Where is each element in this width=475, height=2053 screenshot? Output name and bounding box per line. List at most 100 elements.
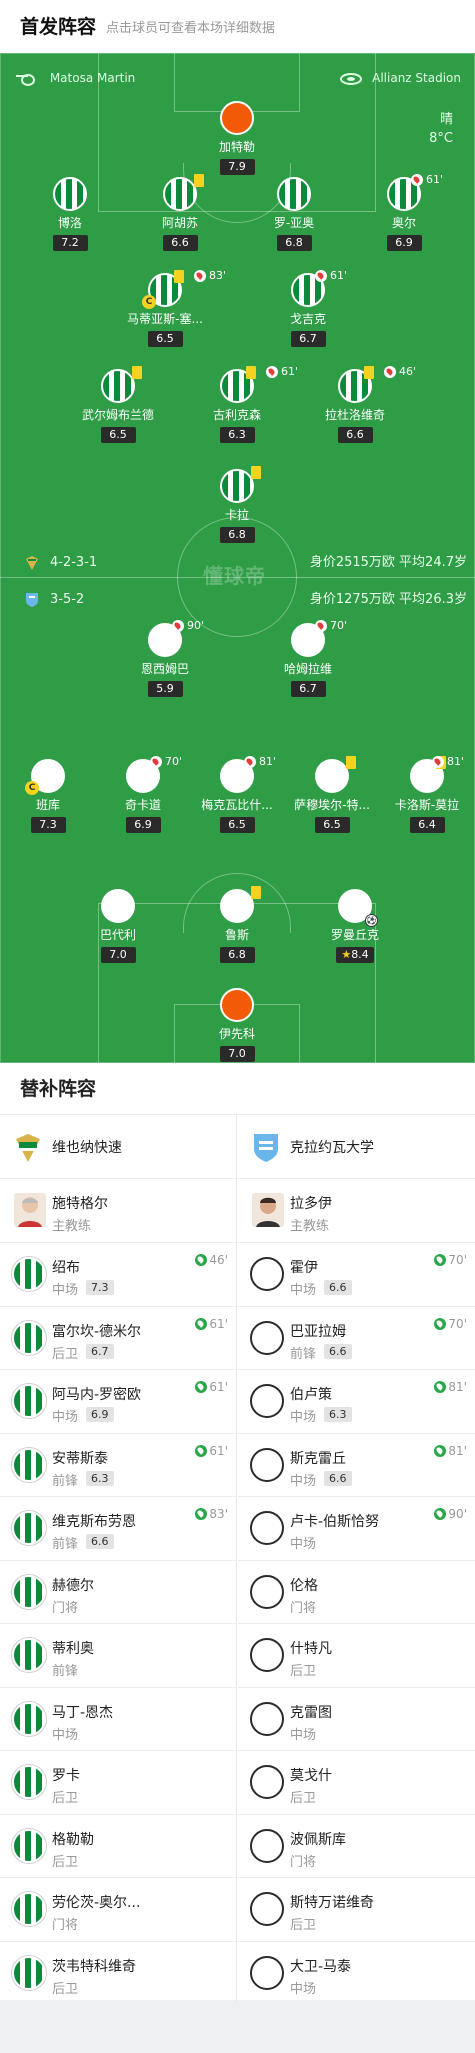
sub-player-row[interactable]: 卢卡-伯斯恰努 中场 90' (238, 1497, 475, 1561)
home-shirt (12, 1765, 46, 1799)
sub-out-icon (243, 755, 256, 768)
sub-player-row[interactable]: 什特凡 后卫 (238, 1624, 475, 1688)
home-shirt (101, 366, 142, 403)
away-shirt: 70' (291, 619, 347, 657)
sub-player-row[interactable]: 伦格 门将 (238, 1561, 475, 1624)
sub-player-row[interactable]: 霍伊 中场 6.6 70' (238, 1243, 475, 1307)
sub-in-icon (434, 1508, 447, 1520)
coach-avatar (252, 1193, 284, 1227)
sub-player-row[interactable]: 阿马内-罗密欧 中场 6.9 61' (0, 1370, 236, 1434)
player-home-6[interactable]: 61' 戈吉克 6.7 (253, 269, 363, 347)
away-team-row[interactable]: 克拉约瓦大学 (238, 1115, 475, 1179)
player-home-4[interactable]: 61' 奥尔 6.9 (349, 173, 459, 251)
sub-player-row[interactable]: 劳伦茨-奥尔... 门将 (0, 1878, 236, 1942)
sub-player-row[interactable]: 克雷图 中场 (238, 1688, 475, 1751)
player-name: 恩西姆巴 (140, 662, 189, 676)
sub-in-badge: 61' (195, 1444, 228, 1458)
sub-player-row[interactable]: 斯克雷丘 中场 6.6 81' (238, 1434, 475, 1497)
player-name: 卡拉 (224, 508, 249, 522)
sub-in-icon (434, 1444, 447, 1457)
sub-player-row[interactable]: 罗卡 后卫 (0, 1751, 236, 1815)
home-coach-row[interactable]: 施特格尔 主教练 (0, 1179, 236, 1243)
sub-out-badge: 83' (193, 269, 226, 282)
sub-player-row[interactable]: 富尔坎-德米尔 后卫 6.7 61' (0, 1307, 236, 1370)
sub-in-badge: 61' (195, 1380, 228, 1394)
player-home-0[interactable]: 加特勒 7.9 (182, 101, 292, 175)
stadium-row: Allianz Stadion (340, 69, 461, 87)
player-home-3[interactable]: 罗-亚奥 6.8 (239, 177, 349, 251)
sub-player-row[interactable]: 伯卢策 中场 6.3 81' (238, 1370, 475, 1434)
player-home-7[interactable]: 武尔姆布兰德 6.5 (63, 366, 173, 443)
sub-out-badge: 70' (314, 619, 347, 632)
sub-player-row[interactable]: 巴亚拉姆 前锋 6.6 70' (238, 1307, 475, 1370)
pitch: Matosa Martin Allianz Stadion 晴 8°C 加特勒 … (0, 53, 475, 1063)
player-home-10[interactable]: 卡拉 6.8 (182, 466, 292, 543)
player-name: 卡洛斯-莫拉 (394, 798, 460, 812)
away-coach-row[interactable]: 拉多伊 主教练 (238, 1179, 475, 1243)
home-team-name: 维也纳快速 (52, 1140, 122, 1156)
sub-player-row[interactable]: 马丁-恩杰 中场 (0, 1688, 236, 1751)
player-name: 阿胡苏 (161, 216, 198, 230)
home-coach-name: 施特格尔 (52, 1196, 108, 1212)
sub-player-name: 维克斯布劳恩 (52, 1514, 136, 1530)
weather-condition: 晴 (439, 112, 453, 127)
sub-player-row[interactable]: 大卫-马泰 中场 (238, 1942, 475, 2005)
sub-player-row[interactable]: 维克斯布劳恩 前锋 6.6 83' (0, 1497, 236, 1561)
player-rating: 6.6 (162, 235, 198, 251)
sub-out-icon (171, 619, 184, 632)
away-coach-name: 拉多伊 (290, 1196, 332, 1212)
player-away-0[interactable]: 90' 恩西姆巴 5.9 (110, 619, 220, 697)
sub-player-row[interactable]: 安蒂斯泰 前锋 6.3 61' (0, 1434, 236, 1497)
player-away-10[interactable]: 伊先科 7.0 (182, 988, 292, 1062)
sub-player-position: 后卫 (52, 1346, 79, 1362)
player-away-6[interactable]: 81' 卡洛斯-莫拉 6.4 (372, 755, 475, 833)
sub-player-row[interactable]: 绍布 中场 7.3 46' (0, 1243, 236, 1307)
referee-name: Matosa Martin (49, 71, 136, 85)
sub-player-row[interactable]: 茨韦特科维奇 后卫 (0, 1942, 236, 2005)
player-home-5[interactable]: 83' C 马蒂亚斯-塞... 6.5 (110, 269, 226, 347)
player-away-8[interactable]: 鲁斯 6.8 (182, 886, 292, 963)
sub-player-name: 马丁-恩杰 (52, 1704, 114, 1721)
away-shirt (250, 1257, 284, 1291)
home-shirt (12, 1701, 46, 1736)
sub-player-position: 前锋 (52, 1664, 79, 1679)
sub-player-row[interactable]: 赫德尔 门将 (0, 1561, 236, 1624)
player-away-9[interactable]: ⚽ 罗曼丘克 ★8.4 (300, 889, 410, 963)
away-coach-role: 主教练 (290, 1219, 330, 1234)
sub-player-position: 中场 (290, 1537, 317, 1552)
player-away-1[interactable]: 70' 哈姆拉维 6.7 (253, 619, 363, 697)
player-home-1[interactable]: 博洛 7.2 (15, 177, 125, 251)
sub-player-position: 中场 (290, 1410, 317, 1425)
sub-player-row[interactable]: 波佩斯库 门将 (238, 1815, 475, 1878)
player-home-9[interactable]: 46' 拉杜洛维奇 6.6 (300, 365, 416, 443)
sub-out-badge: 61' (314, 269, 347, 282)
sub-player-name: 巴亚拉姆 (290, 1323, 346, 1340)
referee-row: Matosa Martin (14, 69, 135, 87)
player-away-5[interactable]: 萨穆埃尔-特... 6.5 (277, 756, 387, 833)
sub-player-position: 后卫 (52, 1791, 79, 1806)
player-away-7[interactable]: 巴代利 7.0 (63, 889, 173, 963)
sub-player-row[interactable]: 莫戈什 后卫 (238, 1751, 475, 1815)
player-name: 巴代利 (99, 928, 136, 942)
sub-in-badge: 81' (434, 1444, 467, 1458)
player-rating: 7.0 (100, 947, 136, 963)
home-team-row[interactable]: 维也纳快速 (0, 1115, 236, 1179)
sub-player-name: 斯特万诺维奇 (290, 1895, 374, 1911)
sub-player-row[interactable]: 斯特万诺维奇 后卫 (238, 1878, 475, 1942)
sub-player-rating: 6.7 (86, 1343, 114, 1359)
home-shirt (12, 1511, 46, 1545)
player-away-4[interactable]: 81' 梅克瓦比什... 6.5 (182, 755, 292, 833)
home-shirt (12, 1320, 46, 1355)
sub-in-badge: 83' (195, 1507, 228, 1521)
away-shirt (250, 1765, 284, 1799)
player-home-8[interactable]: 61' 古利克森 6.3 (182, 365, 298, 443)
sub-player-row[interactable]: 蒂利奥 前锋 (0, 1624, 236, 1688)
sub-player-name: 克雷图 (290, 1704, 332, 1721)
sub-player-name: 卢卡-伯斯恰努 (290, 1514, 380, 1530)
sub-in-icon (434, 1381, 447, 1393)
home-shirt: 46' (338, 365, 416, 403)
player-home-2[interactable]: 阿胡苏 6.6 (125, 174, 235, 251)
sub-player-row[interactable]: 格勒勒 后卫 (0, 1815, 236, 1878)
away-shirt (250, 1701, 284, 1736)
sub-in-icon (434, 1317, 447, 1330)
